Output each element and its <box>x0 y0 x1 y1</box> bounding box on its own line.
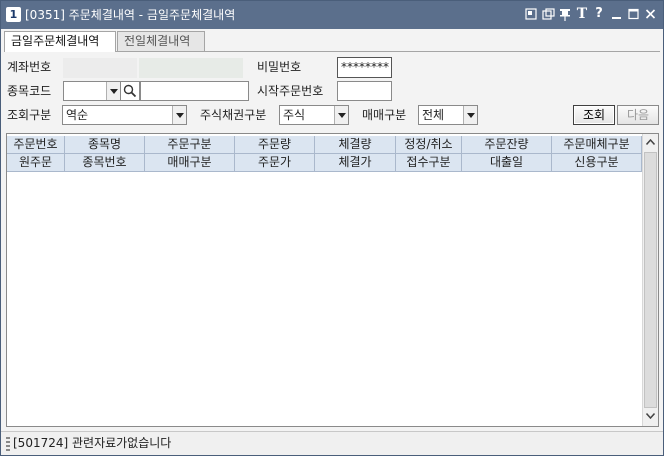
vertical-scrollbar[interactable] <box>642 134 658 426</box>
password-label: 비밀번호 <box>257 60 302 74</box>
order-execution-table[interactable]: 주문번호 종목명 주문구분 주문량 체결량 정정/취소 주문잔량 주문매체구분 … <box>6 133 659 427</box>
start-order-number-label: 시작주문번호 <box>257 84 324 98</box>
help-icon[interactable]: ? <box>592 6 606 22</box>
status-bar: [501724] 관련자료가없습니다 <box>1 431 663 455</box>
chevron-down-icon[interactable] <box>106 82 120 100</box>
column-header[interactable]: 접수구분 <box>396 154 462 172</box>
account-number-label: 계좌번호 <box>7 60 52 74</box>
query-type-select[interactable]: 역순 <box>62 105 187 125</box>
maximize-icon[interactable] <box>626 6 640 22</box>
tab-today-orders[interactable]: 금일주문체결내역 <box>4 31 116 52</box>
search-button[interactable]: 조회 <box>573 105 615 125</box>
column-header[interactable]: 주문번호 <box>7 136 65 154</box>
column-header[interactable]: 주문잔량 <box>462 136 552 154</box>
column-header[interactable]: 주문가 <box>235 154 315 172</box>
query-type-value: 역순 <box>66 108 89 122</box>
font-icon[interactable]: T <box>575 6 589 22</box>
scrollbar-thumb[interactable] <box>644 152 657 408</box>
column-header[interactable]: 종목번호 <box>65 154 145 172</box>
minimize-icon[interactable] <box>609 6 623 22</box>
scroll-down-icon[interactable] <box>643 408 658 424</box>
title-bar[interactable]: 1 [0351] 주문체결내역 - 금일주문체결내역 T ? <box>1 1 663 29</box>
start-order-number-input[interactable] <box>337 81 392 101</box>
stock-bond-type-label: 주식채권구분 <box>200 108 267 122</box>
restore-layout-icon[interactable] <box>524 6 538 22</box>
close-icon[interactable] <box>643 6 657 22</box>
grip-icon <box>6 437 10 451</box>
order-execution-window: 1 [0351] 주문체결내역 - 금일주문체결내역 T ? 금일주문체결내역 … <box>0 0 664 456</box>
chevron-down-icon[interactable] <box>463 106 477 124</box>
stock-bond-type-select[interactable]: 주식 <box>279 105 349 125</box>
pin-icon[interactable] <box>558 6 572 22</box>
password-field[interactable]: ******** <box>337 57 392 78</box>
column-header[interactable]: 신용구분 <box>552 154 642 172</box>
column-header[interactable]: 종목명 <box>65 136 145 154</box>
account-name-field <box>139 58 243 78</box>
stock-search-button[interactable] <box>120 81 140 101</box>
stock-bond-type-value: 주식 <box>283 108 306 122</box>
window-number-badge: 1 <box>6 7 21 22</box>
trade-type-label: 매매구분 <box>362 108 407 122</box>
stock-code-combo[interactable] <box>63 81 121 101</box>
status-message: [501724] 관련자료가없습니다 <box>13 436 172 450</box>
column-header[interactable]: 주문구분 <box>145 136 235 154</box>
column-header[interactable]: 체결량 <box>315 136 396 154</box>
stock-name-field[interactable] <box>140 81 249 101</box>
account-number-field[interactable] <box>63 58 137 78</box>
column-header[interactable]: 주문매체구분 <box>552 136 642 154</box>
stock-code-label: 종목코드 <box>7 84 52 98</box>
search-icon <box>123 84 137 98</box>
tab-previous-day-executions[interactable]: 전일체결내역 <box>117 31 205 52</box>
table-header-row: 원주문 종목번호 매매구분 주문가 체결가 접수구분 대출일 신용구분 <box>7 154 642 172</box>
trade-type-value: 전체 <box>422 108 445 122</box>
column-header[interactable]: 주문량 <box>235 136 315 154</box>
table-header-row: 주문번호 종목명 주문구분 주문량 체결량 정정/취소 주문잔량 주문매체구분 <box>7 136 642 154</box>
chevron-down-icon[interactable] <box>334 106 348 124</box>
next-button[interactable]: 다음 <box>617 105 659 125</box>
column-header[interactable]: 체결가 <box>315 154 396 172</box>
copy-window-icon[interactable] <box>541 6 555 22</box>
column-header[interactable]: 정정/취소 <box>396 136 462 154</box>
scroll-up-icon[interactable] <box>643 134 658 150</box>
column-header[interactable]: 원주문 <box>7 154 65 172</box>
column-header[interactable]: 대출일 <box>462 154 552 172</box>
trade-type-select[interactable]: 전체 <box>418 105 478 125</box>
column-header[interactable]: 매매구분 <box>145 154 235 172</box>
query-type-label: 조회구분 <box>7 108 52 122</box>
chevron-down-icon[interactable] <box>172 106 186 124</box>
window-title: [0351] 주문체결내역 - 금일주문체결내역 <box>25 8 236 22</box>
